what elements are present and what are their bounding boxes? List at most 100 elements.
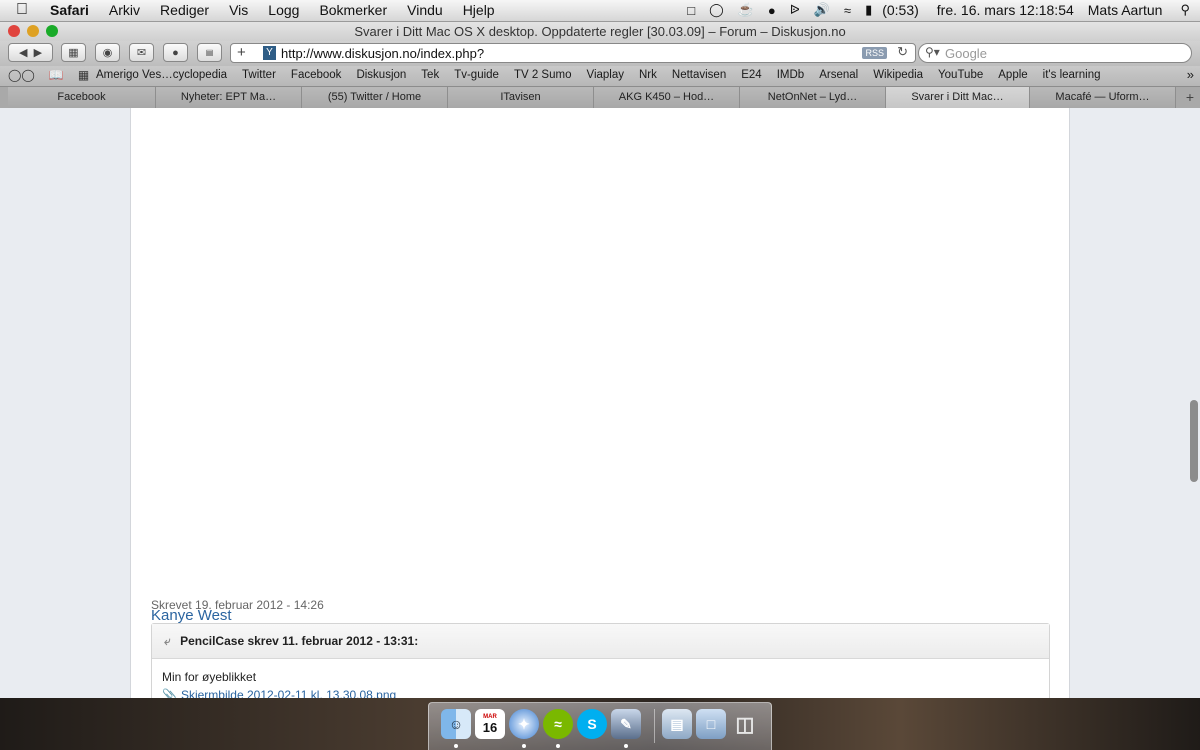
reader-button[interactable]: ◉ bbox=[95, 43, 120, 62]
url-text[interactable]: http://www.diskusjon.no/index.php? bbox=[281, 46, 484, 61]
documents-stack-icon[interactable]: ▤ bbox=[662, 709, 692, 739]
time-machine-icon[interactable]: ◯ bbox=[709, 2, 724, 18]
tab-akg-k450[interactable]: AKG K450 – Hod… bbox=[594, 87, 740, 108]
menu-safari[interactable]: Safari bbox=[50, 2, 89, 18]
running-indicator bbox=[556, 744, 560, 748]
new-tab-plus-icon[interactable]: + bbox=[1186, 89, 1194, 105]
battery-icon[interactable]: ▮ bbox=[865, 2, 872, 18]
screen-capture-icon[interactable]: □ bbox=[687, 3, 695, 18]
bookmark-item[interactable]: Diskusjon bbox=[356, 69, 406, 81]
dot-icon: ● bbox=[172, 46, 179, 59]
close-window-button[interactable] bbox=[8, 25, 20, 37]
bluetooth-icon[interactable]: ᐉ bbox=[790, 2, 800, 18]
tab-itavisen[interactable]: ITavisen bbox=[448, 87, 594, 108]
safari-icon[interactable]: ✦ bbox=[509, 709, 539, 739]
user-name[interactable]: Mats Aartun bbox=[1088, 2, 1163, 18]
cup-icon[interactable]: ☕ bbox=[738, 2, 754, 18]
window-titlebar: Svarer i Ditt Mac OS X desktop. Oppdater… bbox=[0, 22, 1200, 41]
reload-icon[interactable]: ↻ bbox=[897, 44, 908, 60]
tab-macafe[interactable]: Macafé — Uform… bbox=[1030, 87, 1176, 108]
tab-svarer-active[interactable]: Svarer i Ditt Mac… bbox=[886, 87, 1030, 108]
tab-netonnet[interactable]: NetOnNet – Lyd… bbox=[740, 87, 886, 108]
word-icon: ▤ bbox=[205, 48, 214, 57]
menu-bokmerker[interactable]: Bokmerker bbox=[319, 2, 387, 18]
record-icon[interactable]: ● bbox=[768, 3, 776, 18]
word-extension-button[interactable]: ▤ bbox=[197, 43, 222, 62]
volume-icon[interactable]: 🔊 bbox=[814, 2, 830, 18]
bookmark-item[interactable]: Twitter bbox=[242, 69, 276, 81]
tab-bar: Facebook Nyheter: EPT Ma… (55) Twitter /… bbox=[0, 86, 1200, 108]
tab-twitter-home[interactable]: (55) Twitter / Home bbox=[302, 87, 448, 108]
bookmark-item[interactable]: Amerigo Ves…cyclopedia bbox=[96, 69, 227, 81]
folder-stack-icon[interactable]: □ bbox=[696, 709, 726, 739]
bookmark-item[interactable]: TV 2 Sumo bbox=[514, 69, 572, 81]
mail-button[interactable]: ✉ bbox=[129, 43, 154, 62]
spotlight-search-icon[interactable]: ⚲ bbox=[1180, 2, 1190, 18]
bookmark-item[interactable]: Viaplay bbox=[586, 69, 624, 81]
menu-vindu[interactable]: Vindu bbox=[407, 2, 443, 18]
quote-arrow-icon[interactable]: ⤶ bbox=[164, 634, 171, 648]
bookmark-item[interactable]: IMDb bbox=[777, 69, 804, 81]
photo-app-icon[interactable]: ✎ bbox=[611, 709, 641, 739]
address-bar[interactable]: + Y http://www.diskusjon.no/index.php? R… bbox=[230, 43, 916, 63]
menu-rediger[interactable]: Rediger bbox=[160, 2, 209, 18]
bookmark-item[interactable]: YouTube bbox=[938, 69, 983, 81]
bookmark-item[interactable]: E24 bbox=[741, 69, 761, 81]
skype-icon[interactable]: S bbox=[577, 709, 607, 739]
bookmark-item[interactable]: Facebook bbox=[291, 69, 342, 81]
battery-time: (0:53) bbox=[882, 2, 919, 18]
more-bookmarks-chevron-icon[interactable]: » bbox=[1187, 67, 1194, 82]
quote-header-text: PencilCase skrev 11. februar 2012 - 13:3… bbox=[180, 634, 419, 648]
extension-button[interactable]: ● bbox=[163, 43, 188, 62]
forward-arrow-icon[interactable]: ▶ bbox=[34, 46, 42, 59]
minimize-window-button[interactable] bbox=[27, 25, 39, 37]
bookmark-item[interactable]: Tv-guide bbox=[454, 69, 499, 81]
running-indicator bbox=[624, 744, 628, 748]
show-all-bookmarks-icon[interactable]: ▦ bbox=[78, 68, 89, 82]
vertical-scrollbar[interactable] bbox=[1190, 400, 1198, 482]
menu-logg[interactable]: Logg bbox=[268, 2, 299, 18]
bookmark-item[interactable]: Wikipedia bbox=[873, 69, 923, 81]
back-forward-buttons[interactable]: ◀ ▶ bbox=[8, 43, 53, 62]
quote-block: ⤶ PencilCase skrev 11. februar 2012 - 13… bbox=[151, 623, 1050, 698]
bookmark-item[interactable]: Nrk bbox=[639, 69, 657, 81]
menu-arkiv[interactable]: Arkiv bbox=[109, 2, 140, 18]
apple-menu-icon[interactable]:  bbox=[16, 1, 28, 19]
bookmark-item[interactable]: it's learning bbox=[1043, 69, 1101, 81]
top-sites-button[interactable]: ▦ bbox=[61, 43, 86, 62]
dock-separator bbox=[654, 709, 655, 743]
search-placeholder: Google bbox=[945, 46, 987, 61]
reading-list-icon[interactable]: ◯◯ bbox=[8, 68, 35, 82]
attachment-filename[interactable]: Skjermbilde 2012-02-11 kl. 13.30.08.png bbox=[181, 688, 396, 698]
window-title: Svarer i Ditt Mac OS X desktop. Oppdater… bbox=[354, 24, 846, 39]
search-icon: ⚲▾ bbox=[925, 45, 940, 59]
add-bookmark-icon[interactable]: + bbox=[237, 44, 246, 61]
rss-button[interactable]: RSS bbox=[862, 47, 887, 59]
search-field[interactable]: ⚲▾ Google bbox=[918, 43, 1192, 63]
spotify-icon[interactable]: ≈ bbox=[543, 709, 573, 739]
post-author-link[interactable]: Kanye West bbox=[151, 607, 232, 624]
tab-nyheter-ept[interactable]: Nyheter: EPT Ma… bbox=[156, 87, 302, 108]
back-arrow-icon[interactable]: ◀ bbox=[19, 46, 27, 59]
running-indicator bbox=[522, 744, 526, 748]
menu-vis[interactable]: Vis bbox=[229, 2, 248, 18]
trash-icon[interactable]: ◫ bbox=[730, 709, 760, 739]
bookmark-item[interactable]: Tek bbox=[421, 69, 439, 81]
wifi-icon[interactable]: ≈ bbox=[844, 3, 851, 18]
bookmark-item[interactable]: Arsenal bbox=[819, 69, 858, 81]
bookmarks-bar: ◯◯ 📖 ▦ Amerigo Ves…cyclopedia Twitter Fa… bbox=[0, 66, 1200, 86]
clock[interactable]: fre. 16. mars 12:18:54 bbox=[937, 2, 1074, 18]
dock: ☺ MAR 16 ✦ ≈ S ✎ ▤ □ ◫ bbox=[428, 702, 772, 750]
calendar-icon[interactable]: MAR 16 bbox=[475, 709, 505, 739]
attachment-link[interactable]: 📎 Skjermbilde 2012-02-11 kl. 13.30.08.png bbox=[162, 688, 396, 698]
bookmark-item[interactable]: Nettavisen bbox=[672, 69, 726, 81]
zoom-window-button[interactable] bbox=[46, 25, 58, 37]
tab-facebook[interactable]: Facebook bbox=[8, 87, 156, 108]
menu-bar:  Safari Arkiv Rediger Vis Logg Bokmerke… bbox=[0, 0, 1200, 22]
finder-icon[interactable]: ☺ bbox=[441, 709, 471, 739]
site-favicon-icon: Y bbox=[263, 46, 276, 60]
grid-icon: ▦ bbox=[68, 47, 79, 59]
bookmarks-book-icon[interactable]: 📖 bbox=[49, 68, 64, 82]
menu-hjelp[interactable]: Hjelp bbox=[463, 2, 495, 18]
bookmark-item[interactable]: Apple bbox=[998, 69, 1027, 81]
